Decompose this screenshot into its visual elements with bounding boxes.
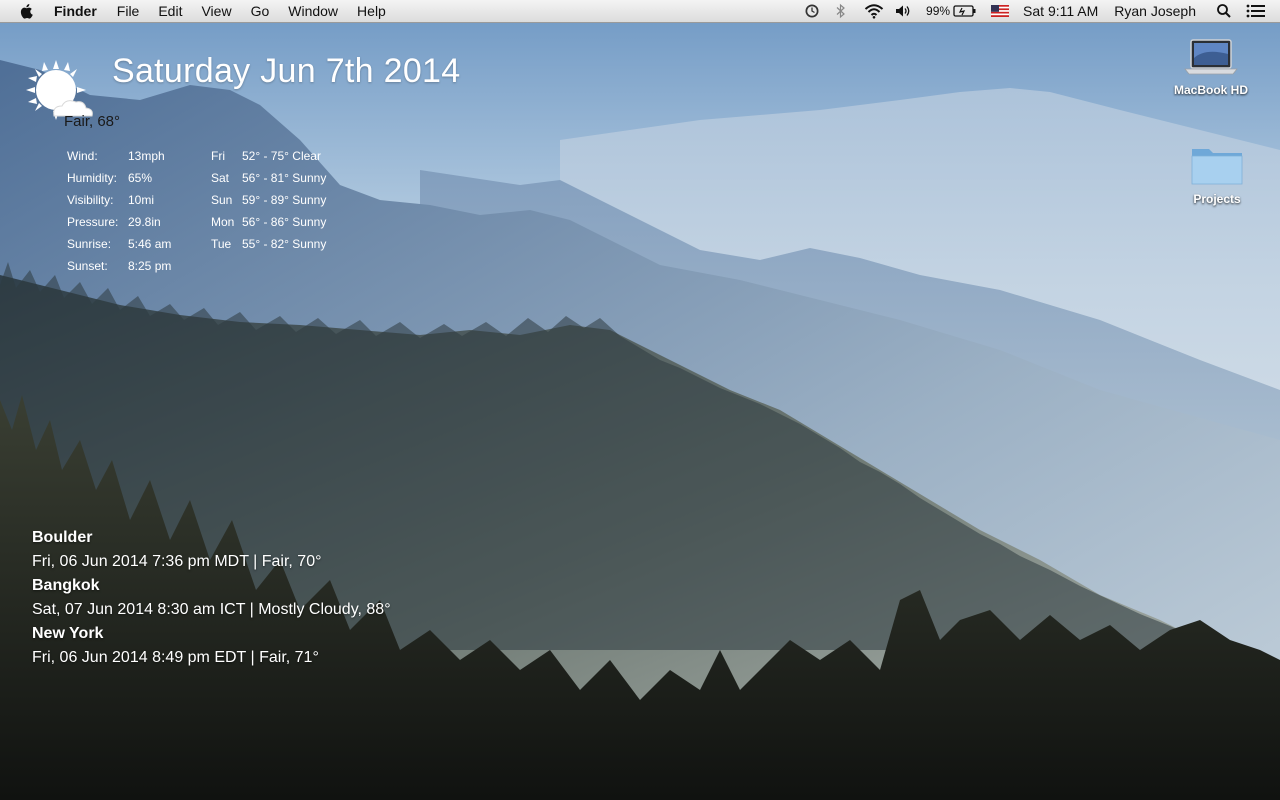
weather-detail-label: Visibility:	[67, 193, 114, 207]
desktop-icon-label: MacBook HD	[1173, 83, 1248, 97]
world-clock-line: Fri, 06 Jun 2014 7:36 pm MDT | Fair, 70°	[32, 553, 322, 570]
menu-go[interactable]: Go	[251, 3, 270, 19]
hard-drive-icon	[1184, 39, 1238, 75]
world-clock-city: Boulder	[32, 529, 93, 546]
user-menu[interactable]: Ryan Joseph	[1114, 3, 1196, 19]
forecast-text: 55° - 82° Sunny	[242, 237, 327, 251]
bluetooth-icon[interactable]	[836, 3, 846, 19]
forecast-day: Tue	[211, 237, 232, 251]
menu-window[interactable]: Window	[288, 3, 338, 19]
desktop-icon-macbook-hd[interactable]: MacBook HD	[1161, 38, 1261, 97]
menu-clock[interactable]: Sat 9:11 AM	[1023, 3, 1098, 19]
weather-detail-value: 8:25 pm	[128, 259, 172, 273]
apple-menu-icon[interactable]	[18, 2, 36, 20]
world-clock-line: Sat, 07 Jun 2014 8:30 am ICT | Mostly Cl…	[32, 601, 391, 618]
world-clock-line: Fri, 06 Jun 2014 8:49 pm EDT | Fair, 71°	[32, 649, 319, 666]
forecast-day: Sun	[211, 193, 233, 207]
weather-detail-value: 29.8in	[128, 215, 161, 229]
menu-bar: Finder File Edit View Go Window Help 99%…	[0, 0, 1280, 23]
weather-detail-label: Sunset:	[67, 259, 108, 273]
weather-detail-label: Humidity:	[67, 171, 118, 185]
app-menu-finder[interactable]: Finder	[54, 3, 97, 19]
desktop-icon-projects[interactable]: Projects	[1167, 143, 1267, 206]
world-clock-city: New York	[32, 625, 104, 642]
weather-detail-label: Wind:	[67, 149, 98, 163]
desktop-wallpaper	[0, 0, 1280, 800]
menu-edit[interactable]: Edit	[158, 3, 182, 19]
forecast-text: 56° - 81° Sunny	[242, 171, 327, 185]
forecast-text: 59° - 89° Sunny	[242, 193, 327, 207]
weather-detail-value: 10mi	[128, 193, 155, 207]
menu-file[interactable]: File	[117, 3, 140, 19]
weather-detail-value: 65%	[128, 171, 153, 185]
folder-icon	[1191, 149, 1243, 185]
forecast-text: 52° - 75° Clear	[242, 149, 321, 163]
weather-detail-label: Sunrise:	[67, 237, 112, 251]
desktop-icon-label: Projects	[1193, 192, 1241, 206]
world-clock-city: Bangkok	[32, 577, 100, 594]
battery-icon[interactable]	[953, 4, 977, 18]
weather-detail-label: Pressure:	[67, 215, 119, 229]
battery-percent[interactable]: 99%	[926, 4, 950, 18]
weather-detail-value: 5:46 am	[128, 237, 172, 251]
spotlight-icon[interactable]	[1216, 3, 1232, 19]
weather-current-condition: Fair, 68°	[64, 113, 121, 130]
wifi-icon[interactable]	[864, 3, 884, 19]
forecast-day: Sat	[211, 171, 230, 185]
weather-date-title: Saturday Jun 7th 2014	[112, 52, 461, 90]
menu-view[interactable]: View	[201, 3, 231, 19]
us-flag-icon[interactable]	[991, 5, 1010, 17]
time-machine-icon[interactable]	[804, 3, 820, 19]
forecast-day: Fri	[211, 149, 225, 163]
menu-help[interactable]: Help	[357, 3, 386, 19]
volume-icon[interactable]	[894, 3, 912, 19]
forecast-day: Mon	[211, 215, 235, 229]
weather-detail-value: 13mph	[128, 149, 165, 163]
notification-center-icon[interactable]	[1246, 4, 1266, 18]
forecast-text: 56° - 86° Sunny	[242, 215, 327, 229]
